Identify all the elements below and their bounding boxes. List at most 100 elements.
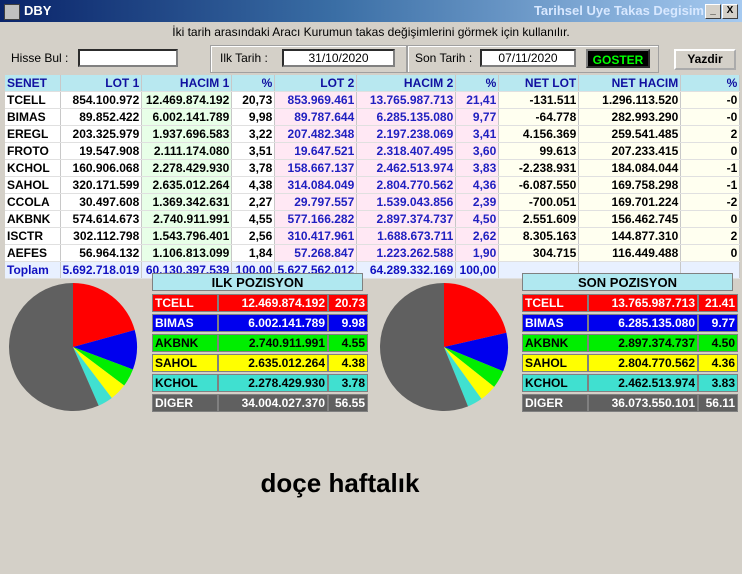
table-row-cell: TCELL xyxy=(5,91,61,109)
position-pct: 4.36 xyxy=(698,354,738,372)
ilk-tarih-input[interactable]: 31/10/2020 xyxy=(282,49,395,67)
position-value: 2.897.374.737 xyxy=(588,334,698,352)
position-symbol: BIMAS xyxy=(522,314,588,332)
table-row-cell: 89.852.422 xyxy=(60,108,143,126)
table-row-cell: 4,38 xyxy=(231,176,276,194)
position-value: 2.804.770.562 xyxy=(588,354,698,372)
table-row[interactable]: ISCTR 302.112.798 1.543.796.401 2,56 310.417… xyxy=(5,227,741,245)
hisse-search-input[interactable] xyxy=(78,49,178,67)
table-row-cell: 3,22 xyxy=(231,125,276,143)
table-row-cell: 4,50 xyxy=(455,210,500,228)
position-row: BIMAS 6.285.135.080 9.77 xyxy=(522,314,738,332)
table-total-row-cell: 5.692.718.019 xyxy=(60,261,143,279)
table-row[interactable]: SAHOL 320.171.599 2.635.012.264 4,38 314.084… xyxy=(5,176,741,194)
table-row[interactable]: FROTO 19.547.908 2.111.174.080 3,51 19.647.5… xyxy=(5,142,741,160)
table-row-cell: 2.462.513.974 xyxy=(356,159,457,177)
table-row-cell: 282.993.290 xyxy=(578,108,682,126)
table-row-cell: 19.547.908 xyxy=(60,142,143,160)
table-row-cell: -1 xyxy=(680,176,741,194)
position-value: 2.740.911.991 xyxy=(218,334,328,352)
table-header[interactable]: SENET LOT 1 HACIM 1% LOT 2 HACIM 2% NET LOT NE… xyxy=(5,75,741,92)
table-row-cell: -1 xyxy=(680,159,741,177)
table-row-cell: 853.969.461 xyxy=(274,91,358,109)
title-bar: DBY Tarihsel Uye Takas Degisim _ X xyxy=(0,0,742,22)
position-row: AKBNK 2.897.374.737 4.50 xyxy=(522,334,738,352)
table-row-cell: 21,41 xyxy=(455,91,500,109)
table-row-cell: 4.156.369 xyxy=(498,125,580,143)
table-row-cell: 57.268.847 xyxy=(274,244,358,262)
table-row-cell: 203.325.979 xyxy=(60,125,143,143)
table-header-cell: LOT 2 xyxy=(274,75,358,92)
table-row-cell: 19.647.521 xyxy=(274,142,358,160)
table-row-cell: 2.197.238.069 xyxy=(356,125,457,143)
goster-button[interactable]: GOSTER xyxy=(586,49,650,68)
table-row-cell: 116.449.488 xyxy=(578,244,682,262)
table-row-cell: 2.318.407.495 xyxy=(356,142,457,160)
position-pct: 9.77 xyxy=(698,314,738,332)
table-row-cell: 4,36 xyxy=(455,176,500,194)
ilk-tarih-label: Ilk Tarih : xyxy=(220,51,268,65)
table-row-cell: 2,39 xyxy=(455,193,500,211)
table-row-cell: 1.106.813.099 xyxy=(141,244,233,262)
position-pct: 56.55 xyxy=(328,394,368,412)
table-header-cell: HACIM 2 xyxy=(356,75,457,92)
position-row: BIMAS 6.002.141.789 9.98 xyxy=(152,314,368,332)
position-pct: 4.38 xyxy=(328,354,368,372)
table-row-cell: CCOLA xyxy=(5,193,61,211)
table-row-cell: 854.100.972 xyxy=(60,91,143,109)
position-pct: 56.11 xyxy=(698,394,738,412)
table-row-cell: 2.635.012.264 xyxy=(141,176,233,194)
app-icon xyxy=(4,4,20,20)
table-row-cell: 2.111.174.080 xyxy=(141,142,233,160)
takas-table: SENET LOT 1 HACIM 1% LOT 2 HACIM 2% NET LOT NE… xyxy=(5,75,741,279)
position-row: SAHOL 2.804.770.562 4.36 xyxy=(522,354,738,372)
table-row-cell: 2.804.770.562 xyxy=(356,176,457,194)
table-row[interactable]: EREGL 203.325.979 1.937.696.583 3,22 207.482… xyxy=(5,125,741,143)
table-row-cell: 314.084.049 xyxy=(274,176,358,194)
position-row: DIGER 34.004.027.370 56.55 xyxy=(152,394,368,412)
son-tarih-input[interactable]: 07/11/2020 xyxy=(480,49,576,67)
position-value: 6.285.135.080 xyxy=(588,314,698,332)
table-row-cell: 1.543.796.401 xyxy=(141,227,233,245)
table-row-cell: 3,51 xyxy=(231,142,276,160)
table-row-cell: 302.112.798 xyxy=(60,227,143,245)
table-row[interactable]: AEFES 56.964.132 1.106.813.099 1,84 57.268.8… xyxy=(5,244,741,262)
table-row[interactable]: CCOLA 30.497.608 1.369.342.631 2,27 29.797.5… xyxy=(5,193,741,211)
table-row-cell: BIMAS xyxy=(5,108,61,126)
position-value: 36.073.550.101 xyxy=(588,394,698,412)
table-row-cell: 1.296.113.520 xyxy=(578,91,682,109)
table-row[interactable]: BIMAS 89.852.422 6.002.141.789 9,98 89.787.6… xyxy=(5,108,741,126)
yazdir-button[interactable]: Yazdir xyxy=(674,49,736,70)
close-button[interactable]: X xyxy=(722,4,738,19)
minimize-button[interactable]: _ xyxy=(705,4,721,19)
position-row: AKBNK 2.740.911.991 4.55 xyxy=(152,334,368,352)
table-header-cell: % xyxy=(455,75,500,92)
table-row-cell: AEFES xyxy=(5,244,61,262)
position-row: SAHOL 2.635.012.264 4.38 xyxy=(152,354,368,372)
position-symbol: DIGER xyxy=(522,394,588,412)
position-value: 13.765.987.713 xyxy=(588,294,698,312)
table-row-cell: 6.002.141.789 xyxy=(141,108,233,126)
table-row-cell: 9,98 xyxy=(231,108,276,126)
table-row[interactable]: AKBNK 574.614.673 2.740.911.991 4,55 577.166… xyxy=(5,210,741,228)
position-symbol: TCELL xyxy=(152,294,218,312)
table-row-cell: 169.758.298 xyxy=(578,176,682,194)
table-row[interactable]: TCELL 854.100.972 12.469.874.192 20,73 853.9… xyxy=(5,91,741,109)
table-row-cell: 56.964.132 xyxy=(60,244,143,262)
table-row-cell: 3,83 xyxy=(455,159,500,177)
son-tarih-label: Son Tarih : xyxy=(415,51,473,65)
table-total-row-cell: 100,00 xyxy=(455,261,500,279)
position-pct: 4.55 xyxy=(328,334,368,352)
table-row[interactable]: KCHOL 160.906.068 2.278.429.930 3,78 158.667… xyxy=(5,159,741,177)
position-symbol: SAHOL xyxy=(152,354,218,372)
table-row-cell: 156.462.745 xyxy=(578,210,682,228)
table-row-cell: 2.740.911.991 xyxy=(141,210,233,228)
table-row-cell: 1.539.043.856 xyxy=(356,193,457,211)
table-row-cell: 310.417.961 xyxy=(274,227,358,245)
son-pozisyon-pie-chart xyxy=(380,283,508,411)
table-row-cell: 99.613 xyxy=(498,142,580,160)
position-symbol: BIMAS xyxy=(152,314,218,332)
position-symbol: DIGER xyxy=(152,394,218,412)
table-header-cell: LOT 1 xyxy=(60,75,143,92)
table-header-cell: NET HACIM xyxy=(578,75,682,92)
